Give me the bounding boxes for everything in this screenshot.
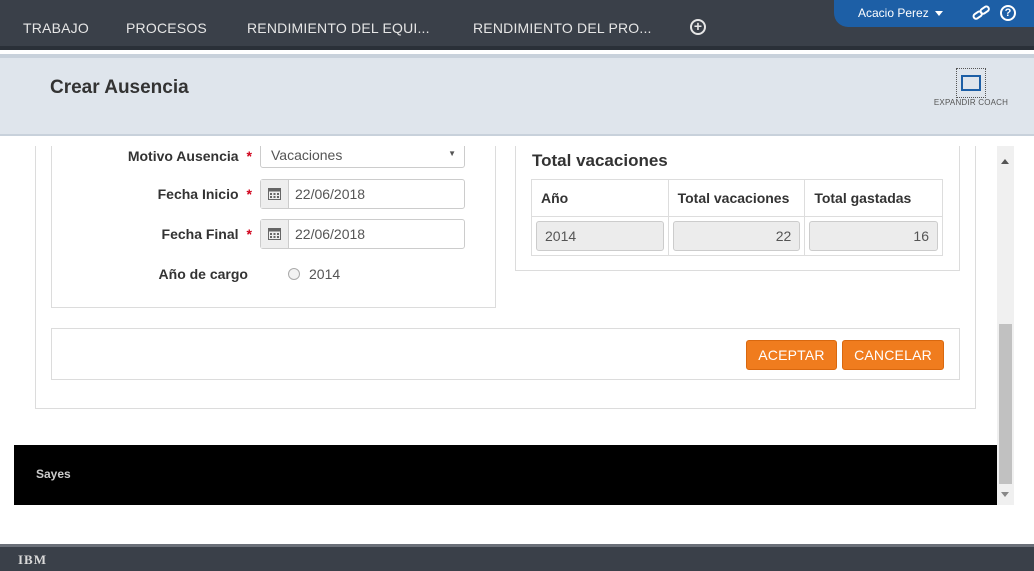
expand-coach-button[interactable]: EXPANDIR COACH bbox=[931, 68, 1011, 107]
required-mark: * bbox=[246, 148, 252, 164]
footer-text: Sayes bbox=[36, 467, 71, 481]
scroll-thumb[interactable] bbox=[999, 324, 1012, 484]
fecha-final-field[interactable]: 22/06/2018 bbox=[260, 219, 465, 249]
footer-bar: Sayes bbox=[14, 445, 997, 505]
total-vacaciones-cell: 22 bbox=[672, 221, 801, 251]
scroll-down-icon[interactable] bbox=[1001, 492, 1009, 497]
button-panel: ACEPTAR CANCELAR bbox=[51, 328, 960, 380]
fecha-final-label: Fecha Final * bbox=[161, 226, 252, 242]
tab-procesos[interactable]: PROCESOS bbox=[126, 0, 207, 50]
vacaciones-title: Total vacaciones bbox=[532, 151, 668, 170]
user-bar: Acacio Perez ? bbox=[834, 0, 1034, 27]
anio-cell: 2014 bbox=[536, 221, 664, 251]
table-header-row: Año Total vacaciones Total gastadas bbox=[531, 179, 943, 217]
column-header: Total vacaciones bbox=[667, 179, 806, 217]
scroll-up-icon[interactable] bbox=[1001, 159, 1009, 164]
vacaciones-table: Año Total vacaciones Total gastadas 2014… bbox=[531, 179, 943, 256]
link-icon[interactable] bbox=[972, 5, 990, 21]
fecha-final-value: 22/06/2018 bbox=[295, 226, 366, 242]
motivo-label: Motivo Ausencia * bbox=[127, 148, 252, 164]
table-row: 2014 22 16 bbox=[531, 216, 943, 256]
plus-circle-icon[interactable]: + bbox=[690, 19, 706, 35]
chevron-down-icon: ▼ bbox=[448, 149, 456, 158]
anio-cargo-option[interactable]: 2014 bbox=[309, 266, 340, 282]
page-title: Crear Ausencia bbox=[50, 77, 189, 98]
main-content: Motivo Ausencia * Vacaciones ▼ Fecha Inic… bbox=[14, 146, 1028, 544]
anio-cargo-label: Año de cargo bbox=[158, 266, 248, 282]
column-header: Total gastadas bbox=[804, 179, 943, 217]
fecha-inicio-value: 22/06/2018 bbox=[295, 186, 366, 202]
fecha-inicio-label: Fecha Inicio * bbox=[157, 186, 252, 202]
aceptar-button[interactable]: ACEPTAR bbox=[746, 340, 837, 370]
expand-icon bbox=[956, 68, 986, 98]
tab-trabajo[interactable]: TRABAJO bbox=[23, 0, 89, 50]
expand-coach-label: EXPANDIR COACH bbox=[933, 98, 1009, 107]
anio-cargo-radio[interactable] bbox=[288, 268, 300, 280]
help-icon[interactable]: ? bbox=[1000, 5, 1016, 21]
calendar-icon[interactable] bbox=[261, 220, 289, 248]
tab-rendimiento-equipo[interactable]: RENDIMIENTO DEL EQUI... bbox=[247, 0, 430, 50]
ibm-logo: IBM bbox=[18, 552, 47, 567]
required-mark: * bbox=[246, 226, 252, 242]
column-header: Año bbox=[531, 179, 669, 217]
calendar-icon[interactable] bbox=[261, 180, 289, 208]
cancelar-button[interactable]: CANCELAR bbox=[842, 340, 944, 370]
chevron-down-icon[interactable] bbox=[935, 11, 943, 16]
user-name[interactable]: Acacio Perez bbox=[858, 6, 929, 20]
motivo-select[interactable]: Vacaciones ▼ bbox=[260, 146, 465, 168]
vertical-scrollbar[interactable] bbox=[997, 146, 1014, 505]
top-navigation: TRABAJO PROCESOS RENDIMIENTO DEL EQUI...… bbox=[0, 0, 1034, 50]
fecha-inicio-field[interactable]: 22/06/2018 bbox=[260, 179, 465, 209]
tab-rendimiento-proceso[interactable]: RENDIMIENTO DEL PRO... bbox=[473, 0, 652, 50]
bottom-bar: IBM bbox=[0, 544, 1034, 571]
header-band: Crear Ausencia EXPANDIR COACH bbox=[0, 54, 1034, 136]
required-mark: * bbox=[246, 186, 252, 202]
total-gastadas-cell: 16 bbox=[809, 221, 938, 251]
